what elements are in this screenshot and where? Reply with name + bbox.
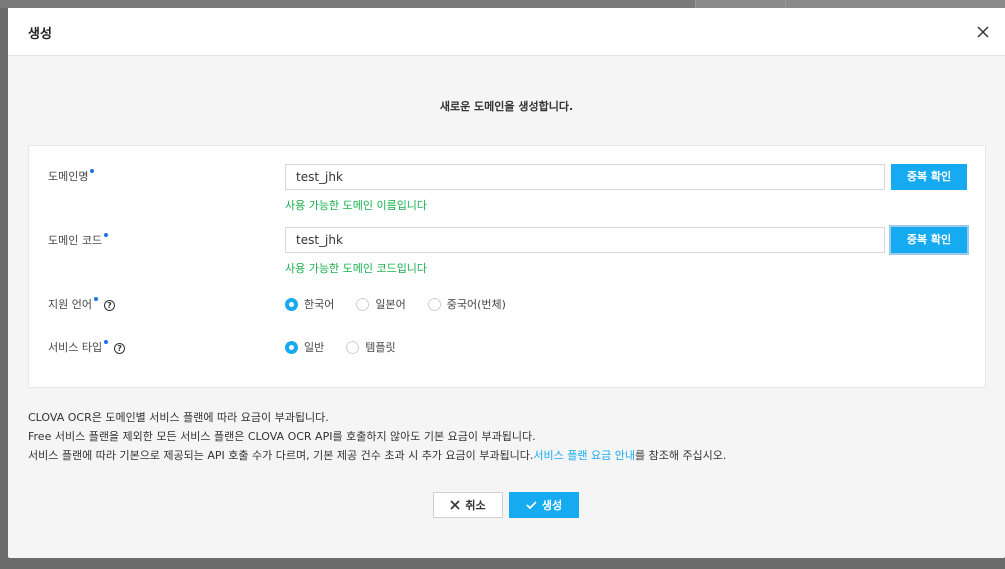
note-line-3-suffix: 를 참조해 주십시오. (634, 449, 727, 462)
close-button[interactable] (975, 24, 991, 40)
check-icon (526, 501, 537, 510)
modal-title: 생성 (28, 27, 52, 42)
radio-circle (356, 297, 370, 311)
note-line-2: Free 서비스 플랜을 제외한 모든 서비스 플랜은 CLOVA OCR AP… (28, 430, 536, 443)
radio-korean[interactable]: 한국어 (285, 296, 334, 312)
modal-intro: 새로운 도메인을 생성합니다. (439, 100, 574, 113)
cancel-button[interactable]: 취소 (433, 492, 503, 518)
domain-name-success-message: 사용 가능한 도메인 이름입니다 (285, 199, 428, 212)
create-button[interactable]: 생성 (509, 492, 579, 518)
modal-header: 생성 (8, 8, 1005, 56)
help-icon[interactable]: ? (114, 342, 126, 354)
domain-code-input[interactable] (285, 227, 885, 253)
domain-name-label: 도메인명 (48, 168, 95, 184)
domain-code-label: 도메인 코드 (48, 232, 109, 248)
close-icon (977, 26, 989, 38)
radio-circle (427, 297, 441, 311)
domain-name-label-text: 도메인명 (48, 170, 89, 183)
service-type-label: 서비스 타입? (48, 339, 126, 355)
create-button-label: 생성 (541, 499, 563, 512)
radio-circle (285, 297, 298, 311)
service-plan-pricing-link[interactable]: 서비스 플랜 요금 안내 (533, 449, 635, 462)
note-line-3: 서비스 플랜에 따라 기본으로 제공되는 API 호출 수가 다르며, 기본 제… (28, 446, 726, 465)
cancel-button-label: 취소 (465, 499, 486, 512)
radio-chinese-traditional-label: 중국어(번체) (446, 298, 506, 311)
help-icon[interactable]: ? (103, 299, 115, 311)
radio-korean-label: 한국어 (304, 298, 335, 311)
domain-name-input[interactable] (285, 164, 885, 190)
radio-general-label: 일반 (304, 341, 325, 354)
radio-circle (346, 340, 360, 354)
radio-template-label: 템플릿 (365, 341, 396, 354)
radio-general[interactable]: 일반 (285, 339, 324, 355)
domain-code-check-button[interactable]: 중복 확인 (891, 227, 967, 253)
service-type-radio-group: 일반 템플릿 (285, 339, 418, 355)
domain-code-label-text: 도메인 코드 (48, 234, 103, 247)
required-dot (104, 233, 109, 237)
radio-template[interactable]: 템플릿 (346, 339, 396, 355)
radio-japanese[interactable]: 일본어 (356, 296, 406, 312)
service-type-label-text: 서비스 타입 (48, 341, 103, 354)
language-radio-group: 한국어 일본어 중국어(번체) (285, 296, 528, 312)
radio-chinese-traditional[interactable]: 중국어(번체) (427, 296, 506, 312)
x-icon (450, 500, 460, 510)
required-dot (90, 169, 95, 173)
background-tab (695, 0, 785, 8)
note-line-1: CLOVA OCR은 도메인별 서비스 플랜에 따라 요금이 부과됩니다. (28, 411, 329, 424)
pricing-notes: CLOVA OCR은 도메인별 서비스 플랜에 따라 요금이 부과됩니다. Fr… (28, 408, 726, 465)
required-dot (104, 340, 109, 344)
radio-circle (285, 340, 298, 354)
form-panel: 도메인명 중복 확인 사용 가능한 도메인 이름입니다 도메인 코드 중복 확인… (28, 145, 986, 388)
note-line-3-prefix: 서비스 플랜에 따라 기본으로 제공되는 API 호출 수가 다르며, 기본 제… (28, 449, 534, 462)
language-label: 지원 언어? (48, 296, 115, 312)
language-label-text: 지원 언어 (48, 298, 92, 311)
create-domain-modal: 생성 새로운 도메인을 생성합니다. 도메인명 중복 확인 사용 가능한 도메인… (8, 8, 1005, 558)
required-dot (93, 297, 98, 301)
domain-code-success-message: 사용 가능한 도메인 코드입니다 (285, 262, 428, 275)
background-tab (785, 0, 1005, 8)
domain-name-check-button[interactable]: 중복 확인 (891, 164, 967, 190)
radio-japanese-label: 일본어 (375, 298, 406, 311)
